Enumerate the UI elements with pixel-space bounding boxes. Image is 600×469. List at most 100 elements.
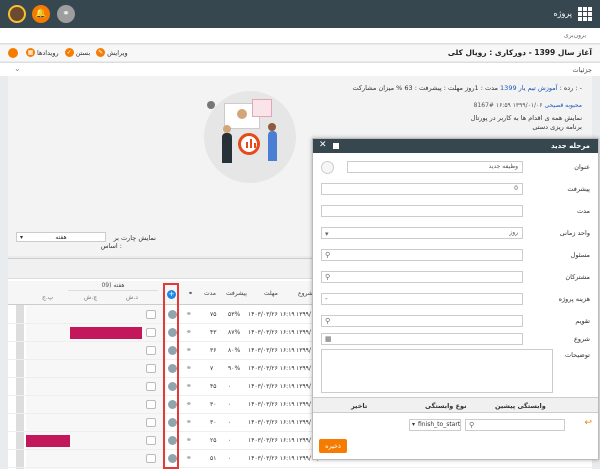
link-icon[interactable]: ⚭ xyxy=(186,364,192,372)
row-detail-icon[interactable] xyxy=(146,328,156,337)
gantt-label-1: نمایش چارت بر xyxy=(113,234,156,242)
progress-input[interactable]: 0 xyxy=(321,183,523,195)
cell-progress: ۰ xyxy=(228,383,232,390)
participants-input[interactable]: ⚲ xyxy=(321,271,523,283)
cost-input[interactable]: - xyxy=(321,293,523,305)
day-label: د.ش xyxy=(126,294,138,301)
link-icon[interactable]: ⚭ xyxy=(186,382,192,390)
cell-deadline: ۱۴۰۳/۰۳/۲۶ ۱۶:۱۹ xyxy=(248,347,295,354)
row-detail-icon[interactable] xyxy=(146,418,156,427)
col-progress[interactable]: پیشرفت xyxy=(226,290,247,297)
new-step-dialog: مرحله جدید ✕ عنوان وظیفه جدید پیشرفت 0 م… xyxy=(312,138,599,460)
unit-select[interactable]: ▾ روز xyxy=(321,227,523,239)
owner-label: مسئول xyxy=(570,251,590,259)
bell-icon[interactable]: 🔔 xyxy=(32,5,50,23)
day-label: چ.ش xyxy=(84,294,98,301)
link-icon[interactable]: ⚭ xyxy=(186,400,192,408)
gantt-label-2: اساس : xyxy=(100,242,122,250)
link-icon[interactable]: ⚭ xyxy=(57,5,75,23)
save-button[interactable]: ذخیره xyxy=(319,439,347,453)
top-bar: پروژه 🔔 ⚭ xyxy=(0,0,600,28)
link-icon[interactable]: ⚭ xyxy=(186,418,192,426)
illustration xyxy=(204,91,296,183)
delay-col: تاخیر xyxy=(351,402,368,410)
maximize-icon[interactable] xyxy=(333,143,339,149)
search-icon: ⚲ xyxy=(325,251,331,259)
row-detail-icon[interactable] xyxy=(146,310,156,319)
person-illustration xyxy=(268,131,277,161)
link-icon[interactable]: ⚭ xyxy=(186,328,192,336)
calendar-icon: ▦ xyxy=(26,48,35,57)
gantt-scale-select[interactable]: هفته xyxy=(16,232,106,242)
breadcrumb-text[interactable]: برون‌بری xyxy=(564,32,586,39)
col-duration[interactable]: مدت xyxy=(204,290,216,297)
link-icon[interactable]: ⚭ xyxy=(186,436,192,444)
cell-duration: ۳۶ xyxy=(210,347,217,354)
link-icon[interactable]: ⚭ xyxy=(186,454,192,462)
predecessor-input[interactable]: ⚲ xyxy=(465,419,565,431)
dependency-row: ↩ ⚲ finish_to_start xyxy=(313,417,598,433)
gantt-bar[interactable] xyxy=(26,435,70,447)
link-icon[interactable]: ⚭ xyxy=(186,310,192,318)
chart-bubble-icon xyxy=(238,133,260,155)
calendar-input[interactable]: ⚲ xyxy=(321,315,523,327)
row-detail-icon[interactable] xyxy=(146,382,156,391)
cell-deadline: ۱۴۰۳/۰۳/۲۶ ۱۶:۱۹ xyxy=(248,419,295,426)
row-detail-icon[interactable] xyxy=(146,400,156,409)
settings-icon[interactable] xyxy=(8,48,18,58)
add-column-icon[interactable]: + xyxy=(167,290,176,299)
unit-value: روز xyxy=(509,229,518,236)
gear-icon[interactable] xyxy=(207,101,215,109)
category-link[interactable]: آموزش تیم یار 1399 xyxy=(500,84,558,92)
row-detail-icon[interactable] xyxy=(146,364,156,373)
arrow-icon[interactable]: ↩ xyxy=(584,418,592,428)
chart-card-illustration xyxy=(252,99,272,117)
duration-input[interactable] xyxy=(321,205,523,217)
row-detail-icon[interactable] xyxy=(146,454,156,463)
calendar-label: تقویم xyxy=(575,317,590,325)
color-picker[interactable] xyxy=(321,161,334,174)
title-input[interactable]: وظیفه جدید xyxy=(347,161,523,173)
cell-progress: ۵۳% xyxy=(228,311,241,318)
details-label: جزئیات xyxy=(572,66,592,74)
progress-label: پیشرفت xyxy=(567,185,590,193)
participants-label: مشترکان xyxy=(565,273,590,281)
dialog-title: مرحله جدید xyxy=(550,142,590,150)
cell-progress: ۸۰% xyxy=(228,347,241,354)
start-date-input[interactable]: ▦ xyxy=(321,333,523,345)
row-detail-icon[interactable] xyxy=(146,346,156,355)
category-label: رده : xyxy=(559,84,574,92)
description-textarea[interactable] xyxy=(321,349,553,393)
close-icon[interactable]: ✕ xyxy=(319,140,327,150)
close-button[interactable]: ✓ بستن xyxy=(64,48,90,57)
edit-button[interactable]: ✎ ویرایش xyxy=(96,48,128,57)
details-toggle[interactable]: جزئیات ⌄ xyxy=(0,62,600,76)
unit-label: واحد زمانی xyxy=(559,229,590,237)
cell-deadline: ۱۴۰۳/۰۳/۲۶ ۱۶:۱۹ xyxy=(248,311,295,318)
cell-progress: ۰ xyxy=(228,401,232,408)
dep-type-select[interactable]: finish_to_start xyxy=(409,419,461,431)
header-actions: ▦ رویدادها ✓ بستن ✎ ویرایش xyxy=(26,48,128,57)
apps-grid-icon[interactable] xyxy=(578,7,592,21)
cell-progress: ۰ xyxy=(228,437,232,444)
task-header: آغاز سال 1399 - دورکاری : رویال کلی ▦ روی… xyxy=(0,45,600,61)
predecessor-col: وابستگی پیشین xyxy=(495,402,546,410)
search-icon: ⚲ xyxy=(325,273,331,281)
chevron-down-icon[interactable]: ⌄ xyxy=(14,64,21,73)
col-deadline[interactable]: مهلت xyxy=(264,290,278,297)
cost-value: - xyxy=(325,295,328,303)
cell-duration: ۵۱ xyxy=(210,455,217,462)
avatar[interactable] xyxy=(8,5,26,23)
events-button[interactable]: ▦ رویدادها xyxy=(26,48,59,57)
link-icon[interactable]: ⚭ xyxy=(186,346,192,354)
cell-duration: ۷۵ xyxy=(210,311,217,318)
col-start[interactable]: شروع xyxy=(298,290,313,297)
app-title: پروژه xyxy=(553,9,572,18)
row-detail-icon[interactable] xyxy=(146,436,156,445)
author-name[interactable]: محبوبه قصیحی xyxy=(544,102,582,109)
gantt-bar[interactable] xyxy=(70,327,142,339)
duration-label: مدت xyxy=(576,207,590,215)
calendar-icon[interactable]: ▦ xyxy=(325,335,332,343)
description-line-1: نمایش همه ی اقدام ها به کاربر در پورتال xyxy=(470,114,582,122)
owner-input[interactable]: ⚲ xyxy=(321,249,523,261)
